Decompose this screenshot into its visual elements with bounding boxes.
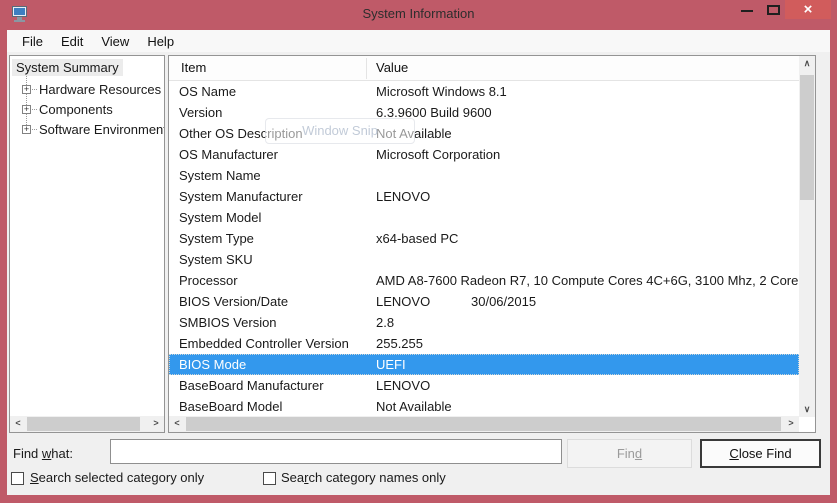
search-selected-category-label[interactable]: Search selected category only [30, 470, 204, 485]
vertical-scrollbar[interactable]: ∧ ∨ [799, 56, 815, 417]
column-header-item[interactable]: Item [181, 60, 206, 75]
row-item-cell: System Type [179, 228, 254, 249]
row-item-cell: Version [179, 102, 222, 123]
menubar: FileEditViewHelp [7, 30, 830, 52]
table-row[interactable]: Version 6.3.9600 Build 9600 [169, 102, 799, 123]
row-value-cell: 255.255 [376, 333, 423, 354]
row-value-cell: 6.3.9600 Build 9600 [376, 102, 492, 123]
vscroll-thumb[interactable] [800, 75, 814, 200]
expand-plus-icon[interactable]: + [22, 105, 31, 114]
row-item-cell: System Name [179, 165, 261, 186]
table-row[interactable]: BIOS Mode UEFI [169, 354, 799, 375]
search-category-names-checkbox[interactable] [263, 472, 276, 485]
titlebar: System Information × [0, 0, 837, 30]
table-row[interactable]: Processor AMD A8-7600 Radeon R7, 10 Compu… [169, 270, 799, 291]
tree-item-label: Hardware Resources [39, 82, 161, 98]
expand-plus-icon[interactable]: + [22, 85, 31, 94]
row-item-cell: Embedded Controller Version [179, 333, 349, 354]
expand-plus-icon[interactable]: + [22, 125, 31, 134]
table-row[interactable]: BaseBoard Manufacturer LENOVO [169, 375, 799, 396]
row-item-cell: BaseBoard Manufacturer [179, 375, 324, 396]
tree-item-hardware-resources[interactable]: + Hardware Resources [10, 82, 164, 98]
row-value2-cell: 30/06/2015 [471, 291, 536, 312]
close-icon: × [804, 1, 813, 18]
close-find-button[interactable]: Close Find [700, 439, 821, 468]
table-row[interactable]: BaseBoard Model Not Available [169, 396, 799, 417]
row-item-cell: System Model [179, 207, 261, 228]
tree-item-label: Components [39, 102, 113, 118]
maximize-button[interactable] [762, 0, 786, 19]
row-item-cell: Other OS Description [179, 123, 303, 144]
row-value-cell: AMD A8-7600 Radeon R7, 10 Compute Cores … [376, 270, 799, 291]
row-value-cell: LENOVO [376, 375, 430, 396]
table-row[interactable]: OS Manufacturer Microsoft Corporation [169, 144, 799, 165]
row-value-cell: x64-based PC [376, 228, 458, 249]
tree-item-software-environment[interactable]: + Software Environment [10, 122, 164, 138]
tree-item-system-summary[interactable]: System Summary [12, 59, 123, 76]
table-row[interactable]: System Name [169, 165, 799, 186]
minimize-button[interactable] [736, 0, 760, 19]
row-value-cell: UEFI [376, 354, 406, 375]
menu-item-view[interactable]: View [92, 32, 138, 51]
close-button[interactable]: × [785, 0, 831, 19]
row-item-cell: System SKU [179, 249, 253, 270]
row-item-cell: BIOS Version/Date [179, 291, 288, 312]
row-value-cell: Not Available [376, 123, 452, 144]
maximize-icon [767, 5, 780, 15]
row-value-cell: Microsoft Windows 8.1 [376, 81, 507, 102]
row-value-cell: LENOVO [376, 291, 430, 312]
chevron-left-icon[interactable]: < [10, 416, 26, 431]
row-value-cell: Not Available [376, 396, 452, 417]
search-category-names-label[interactable]: Search category names only [281, 470, 446, 485]
minimize-icon [741, 10, 753, 12]
list-hscroll-thumb[interactable] [186, 417, 781, 431]
row-item-cell: Processor [179, 270, 238, 291]
search-selected-category-checkbox[interactable] [11, 472, 24, 485]
list-rows: OS Name Microsoft Windows 8.1 Version 6.3.9… [169, 81, 799, 417]
row-item-cell: OS Manufacturer [179, 144, 278, 165]
list-horizontal-scrollbar[interactable]: < > [169, 416, 799, 432]
row-item-cell: System Manufacturer [179, 186, 303, 207]
table-row[interactable]: Embedded Controller Version 255.255 [169, 333, 799, 354]
row-item-cell: SMBIOS Version [179, 312, 277, 333]
chevron-right-icon[interactable]: > [783, 416, 799, 431]
row-value-cell: 2.8 [376, 312, 394, 333]
tree-hscroll-thumb[interactable] [27, 417, 140, 431]
row-item-cell: BIOS Mode [179, 354, 246, 375]
system-information-window: System Information × FileEditViewHelp Sy… [0, 0, 837, 503]
tree-item-components[interactable]: + Components [10, 102, 164, 118]
chevron-up-icon[interactable]: ∧ [799, 56, 815, 71]
category-tree-pane: System Summary + Hardware Resources + Compo… [9, 55, 165, 433]
table-row[interactable]: Other OS Description Not Available [169, 123, 799, 144]
window-title: System Information [0, 6, 837, 21]
list-header: Item Value [169, 56, 799, 81]
find-what-label: Find what: [13, 446, 73, 461]
tree-horizontal-scrollbar[interactable]: < > [10, 416, 164, 432]
chevron-right-icon[interactable]: > [148, 416, 164, 431]
table-row[interactable]: OS Name Microsoft Windows 8.1 [169, 81, 799, 102]
details-list-pane: Item Value OS NameMicrosoft Windows 8.1V… [168, 55, 816, 433]
menu-item-edit[interactable]: Edit [52, 32, 92, 51]
column-separator[interactable] [366, 58, 367, 79]
table-row[interactable]: BIOS Version/Date LENOVO 30/06/2015 [169, 291, 799, 312]
table-row[interactable]: System Type x64-based PC [169, 228, 799, 249]
menu-item-help[interactable]: Help [138, 32, 183, 51]
chevron-down-icon[interactable]: ∨ [799, 402, 815, 417]
table-row[interactable]: System Manufacturer LENOVO [169, 186, 799, 207]
table-row[interactable]: System Model [169, 207, 799, 228]
row-value-cell: Microsoft Corporation [376, 144, 500, 165]
column-header-value[interactable]: Value [376, 60, 408, 75]
find-input[interactable] [110, 439, 562, 464]
find-button[interactable]: Find [567, 439, 692, 468]
row-item-cell: OS Name [179, 81, 236, 102]
row-value-cell: LENOVO [376, 186, 430, 207]
table-row[interactable]: SMBIOS Version 2.8 [169, 312, 799, 333]
menu-item-file[interactable]: File [13, 32, 52, 51]
tree-item-label: Software Environment [39, 122, 165, 138]
chevron-left-icon[interactable]: < [169, 416, 185, 431]
table-row[interactable]: System SKU [169, 249, 799, 270]
row-item-cell: BaseBoard Model [179, 396, 282, 417]
